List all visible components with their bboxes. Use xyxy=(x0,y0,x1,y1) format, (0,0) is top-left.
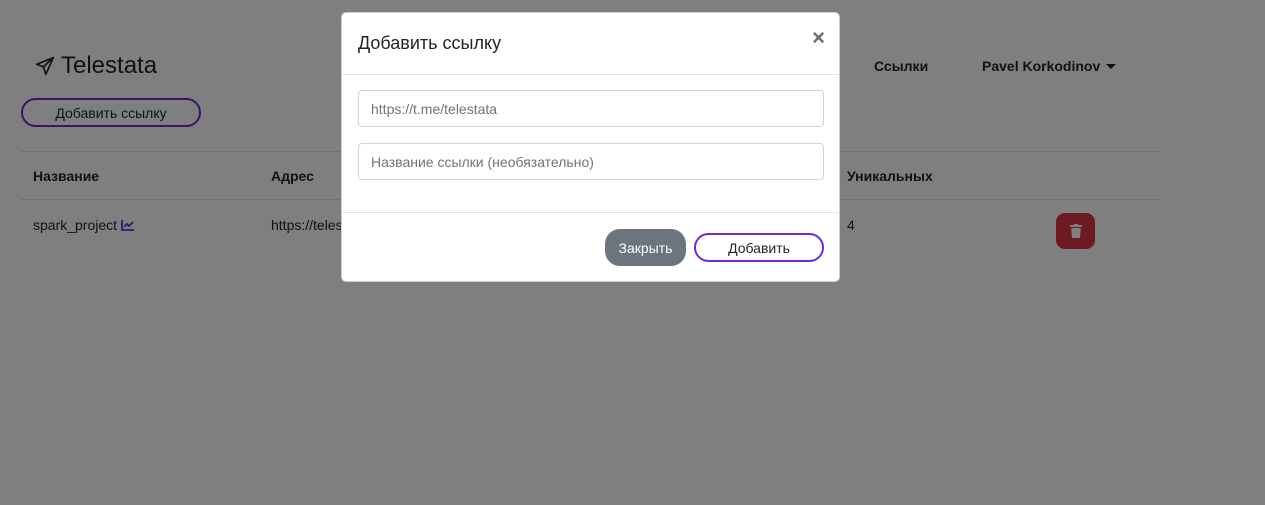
close-button[interactable]: Закрыть xyxy=(605,229,686,266)
link-name-input[interactable] xyxy=(358,143,824,180)
modal-footer: Закрыть Добавить xyxy=(342,212,839,283)
add-button[interactable]: Добавить xyxy=(694,233,824,262)
modal-header: Добавить ссылку × xyxy=(342,13,839,75)
add-link-modal: Добавить ссылку × Закрыть Добавить xyxy=(341,12,840,282)
modal-title: Добавить ссылку xyxy=(358,33,502,53)
close-icon[interactable]: × xyxy=(812,27,825,49)
url-input[interactable] xyxy=(358,90,824,127)
